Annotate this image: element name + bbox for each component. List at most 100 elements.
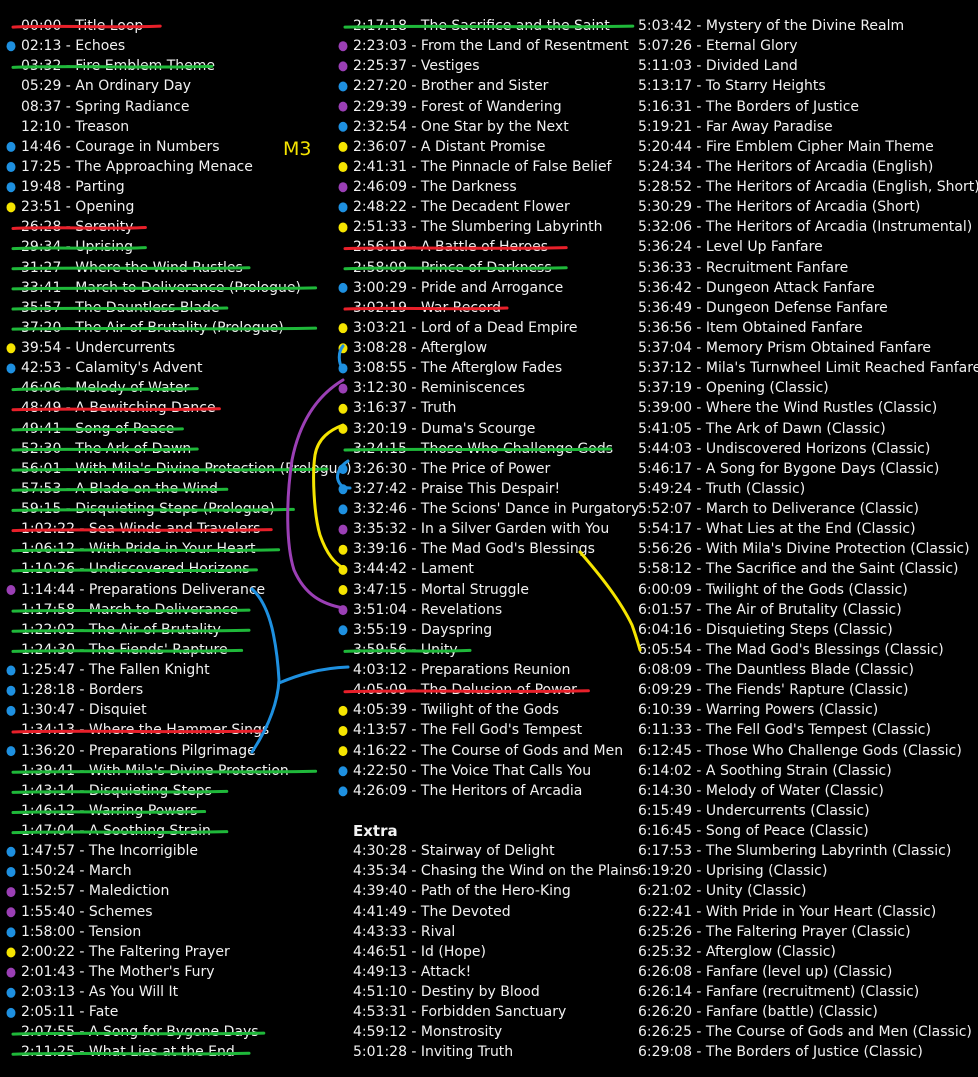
- track-row: 3:35:32 - In a Silver Garden with You: [353, 521, 610, 538]
- track-row: 5:01:28 - Inviting Truth: [353, 1044, 514, 1061]
- track-row: 4:41:49 - The Devoted: [353, 903, 511, 920]
- track-row: 3:12:30 - Reminiscences: [353, 380, 526, 397]
- track-row: 5:54:17 - What Lies at the End (Classic): [638, 521, 916, 538]
- dot-blue: [338, 121, 348, 132]
- track-row: 6:26:20 - Fanfare (battle) (Classic): [638, 1004, 878, 1021]
- track-row: 4:53:31 - Forbidden Sanctuary: [353, 1004, 567, 1021]
- track-row: 5:07:26 - Eternal Glory: [638, 38, 798, 55]
- track-row: 3:32:46 - The Scions' Dance in Purgatory: [353, 501, 640, 517]
- track-row: 5:41:05 - The Ark of Dawn (Classic): [638, 420, 886, 437]
- dot-yellow: [338, 403, 348, 414]
- track-row: 3:44:42 - Lament: [353, 561, 474, 578]
- dot-blue: [6, 162, 16, 173]
- track-row: 2:23:03 - From the Land of Resentment: [353, 38, 629, 55]
- track-row: 3:02:19 - War Record: [353, 299, 502, 316]
- dot-yellow: [6, 947, 16, 958]
- track-row: 2:01:43 - The Mother's Fury: [21, 963, 215, 980]
- track-row: 3:26:30 - The Price of Power: [353, 460, 551, 477]
- track-row: 6:26:08 - Fanfare (level up) (Classic): [638, 963, 893, 980]
- dot-blue: [6, 927, 16, 938]
- track-row: 1:24:30 - The Fiends' Rapture: [21, 641, 228, 658]
- dot-blue: [6, 665, 16, 676]
- track-row: 3:03:21 - Lord of a Dead Empire: [353, 319, 578, 336]
- track-row: 48:49 - A Bewitching Dance: [21, 400, 216, 417]
- track-row: 6:19:20 - Uprising (Classic): [638, 863, 828, 880]
- track-row: 37:20 - The Air of Brutality (Prologue): [21, 319, 284, 336]
- track-row: 4:16:22 - The Course of Gods and Men: [353, 742, 624, 759]
- dot-purple: [338, 41, 348, 52]
- track-row: 1:58:00 - Tension: [21, 923, 142, 940]
- dot-purple: [338, 61, 348, 72]
- dot-blue: [338, 484, 348, 495]
- track-row: 33:41 - March to Deliverance (Prologue): [21, 279, 301, 296]
- tracklist-column-3: 5:03:42 - Mystery of the Divine Realm 5:0…: [638, 16, 978, 1063]
- dot-yellow: [6, 343, 16, 354]
- track-row: 5:03:42 - Mystery of the Divine Realm: [638, 18, 905, 34]
- track-row: 4:46:51 - Id (Hope): [353, 943, 486, 960]
- dot-purple: [6, 584, 16, 595]
- track-row: 5:11:03 - Divided Land: [638, 58, 798, 75]
- track-row: 6:08:09 - The Dauntless Blade (Classic): [638, 662, 914, 678]
- track-row: 3:59:56 - Unity: [353, 641, 458, 658]
- track-row: 3:20:19 - Duma's Scourge: [353, 420, 536, 437]
- track-row: 57:53 - A Blade on the Wind: [21, 480, 218, 497]
- track-row: 59:15 - Disquieting Steps (Prologue): [21, 501, 275, 517]
- track-row: 6:12:45 - Those Who Challenge Gods (Clas…: [638, 742, 962, 759]
- dot-blue: [338, 282, 348, 293]
- track-row: 4:49:13 - Attack!: [353, 963, 472, 980]
- dot-blue: [6, 987, 16, 998]
- dot-blue: [338, 625, 348, 636]
- track-row: 4:51:10 - Destiny by Blood: [353, 984, 540, 1000]
- track-row: 2:41:31 - The Pinnacle of False Belief: [353, 158, 612, 175]
- track-row: 4:13:57 - The Fell God's Tempest: [353, 722, 583, 739]
- track-row: 4:05:39 - Twilight of the Gods: [353, 702, 559, 719]
- track-row: 5:36:42 - Dungeon Attack Fanfare: [638, 279, 875, 296]
- track-row: 4:26:09 - The Heritors of Arcadia: [353, 782, 583, 799]
- dot-blue: [338, 81, 348, 92]
- dot-yellow: [338, 162, 348, 173]
- track-row: 5:24:34 - The Heritors of Arcadia (Engli…: [638, 158, 934, 175]
- track-row: 5:37:04 - Memory Prism Obtained Fanfare: [638, 340, 932, 356]
- track-row: 5:20:44 - Fire Emblem Cipher Main Theme: [638, 138, 934, 155]
- track-row: 6:04:16 - Disquieting Steps (Classic): [638, 621, 893, 638]
- dot-yellow: [338, 343, 348, 354]
- track-row: 5:16:31 - The Borders of Justice: [638, 98, 860, 115]
- dot-yellow: [338, 544, 348, 555]
- track-row: 1:47:04 - A Soothing Strain: [21, 823, 211, 839]
- dot-purple: [338, 101, 348, 112]
- track-row: 6:11:33 - The Fell God's Tempest (Classi…: [638, 722, 931, 739]
- track-row: 4:59:12 - Monstrosity: [353, 1024, 503, 1041]
- track-row: 6:25:32 - Afterglow (Classic): [638, 943, 836, 960]
- track-row: 1:36:20 - Preparations Pilgrimage: [21, 742, 256, 759]
- track-row: 29:34 - Uprising: [21, 239, 134, 256]
- track-row: 2:07:55 - A Song for Bygone Days: [21, 1024, 259, 1041]
- track-row: 6:15:49 - Undercurrents (Classic): [638, 802, 870, 819]
- dot-purple: [338, 182, 348, 193]
- track-row: 2:03:13 - As You Will It: [21, 984, 179, 1000]
- track-row: 1:06:12 - With Pride in Your Heart: [21, 541, 256, 558]
- track-row: 6:00:09 - Twilight of the Gods (Classic): [638, 581, 908, 598]
- dot-purple: [6, 967, 16, 978]
- track-row: 5:28:52 - The Heritors of Arcadia (Engli…: [638, 179, 978, 195]
- dot-blue: [6, 846, 16, 857]
- track-row: 1:55:40 - Schemes: [21, 903, 153, 920]
- track-row: 5:52:07 - March to Deliverance (Classic): [638, 501, 919, 517]
- track-row: 00:00 - Title Loop: [21, 18, 144, 34]
- track-row: 02:13 - Echoes: [21, 38, 126, 55]
- track-row: 1:22:02 - The Air of Brutality: [21, 621, 221, 638]
- track-row: 3:27:42 - Praise This Despair!: [353, 480, 561, 497]
- track-row: 5:56:26 - With Mila's Divine Protection …: [638, 541, 970, 558]
- track-row: 2:58:09 - Prince of Darkness: [353, 259, 552, 276]
- track-row: 1:34:13 - Where the Hammer Sings: [21, 722, 270, 739]
- track-row: 2:56:19 - A Battle of Heroes: [353, 239, 549, 256]
- dot-blue: [338, 504, 348, 515]
- blue-small-bracket: [337, 344, 345, 372]
- dot-blue: [6, 363, 16, 374]
- track-row: 6:25:26 - The Faltering Prayer (Classic): [638, 923, 911, 940]
- track-row: 5:46:17 - A Song for Bygone Days (Classi…: [638, 460, 940, 477]
- tracklist-column-2: 2:17:18 - The Sacrifice and the Saint 2:2…: [353, 16, 640, 1063]
- track-row: 39:54 - Undercurrents: [21, 340, 176, 356]
- track-row: 2:11:25 - What Lies at the End: [21, 1044, 235, 1061]
- track-row: 6:26:25 - The Course of Gods and Men (Cl…: [638, 1024, 972, 1041]
- track-row: 23:51 - Opening: [21, 199, 135, 216]
